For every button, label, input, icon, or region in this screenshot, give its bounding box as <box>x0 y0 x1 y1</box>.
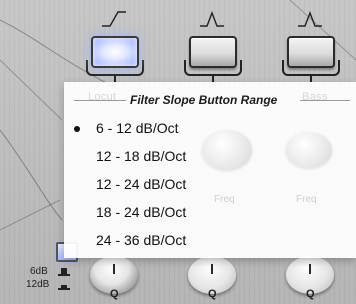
title-rule-left <box>74 100 126 101</box>
q-label-mid: Q <box>208 288 217 300</box>
slope-option-24-36[interactable]: 24 - 36 dB/Oct <box>96 232 186 248</box>
knob-pointer <box>309 264 311 274</box>
peak-icon <box>298 11 322 27</box>
background-freq-knob <box>286 132 332 168</box>
db-label-12: 12dB <box>26 279 50 290</box>
q-label-high: Q <box>306 288 315 300</box>
db-label-6: 6dB <box>30 266 48 277</box>
low-shelf-slope-button[interactable] <box>91 36 139 68</box>
title-rule-right <box>300 100 350 101</box>
low-shelf-icon <box>102 11 126 27</box>
slope-option-18-24[interactable]: 18 - 24 dB/Oct <box>96 204 186 220</box>
button-stem <box>310 74 312 82</box>
q-label-low: Q <box>110 288 119 300</box>
button-stem <box>212 74 214 82</box>
peak-mid-slope-button[interactable] <box>189 36 237 68</box>
peak-icon <box>200 11 224 27</box>
background-freq-knob <box>202 130 252 170</box>
selected-bullet-icon <box>74 126 80 132</box>
slope-option-12-24[interactable]: 12 - 24 dB/Oct <box>96 176 186 192</box>
background-freq-label: Freq <box>296 194 317 205</box>
dropdown-title: Filter Slope Button Range <box>130 93 278 107</box>
slope-option-12-18[interactable]: 12 - 18 dB/Oct <box>96 148 186 164</box>
filter-slope-dropdown-menu: Locut Bass Filter Slope Button Range Fre… <box>64 82 356 258</box>
knob-pointer <box>211 264 213 274</box>
knob-pointer <box>113 264 115 274</box>
tall-range-icon <box>58 268 70 276</box>
plugin-panel: 6dB 12dB Q Q Q Locut Bass Filter Slope B… <box>0 0 356 304</box>
background-freq-label: Freq <box>214 194 235 205</box>
peak-high-slope-button[interactable] <box>287 36 335 68</box>
slope-option-6-12[interactable]: 6 - 12 dB/Oct <box>96 120 178 136</box>
short-range-icon <box>58 285 70 290</box>
ghost-label-bass: Bass <box>302 91 328 103</box>
ghost-label-locut: Locut <box>88 91 117 103</box>
button-stem <box>114 74 116 82</box>
